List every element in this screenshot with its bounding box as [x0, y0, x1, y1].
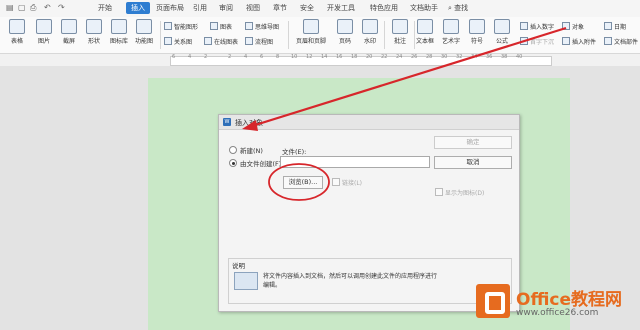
annotation-arrow-line	[251, 26, 567, 128]
annotation-arrowhead	[242, 120, 258, 131]
annotation-overlay	[242, 26, 567, 201]
office-logo-icon	[476, 284, 510, 318]
watermark-url: www.office26.com	[516, 308, 599, 318]
annotation-circle	[268, 163, 330, 201]
watermark-name: Office教程网	[516, 290, 623, 310]
